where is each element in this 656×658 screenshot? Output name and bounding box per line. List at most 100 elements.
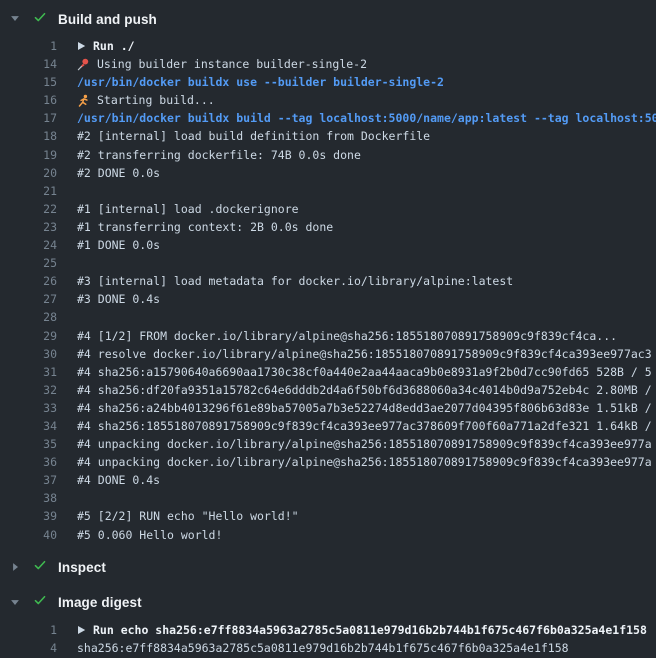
log-section-build-and-push: Build and push 1 Run ./ 14 Using builder ins… xyxy=(0,8,656,544)
line-number[interactable]: 1 xyxy=(0,37,57,55)
log-line: 23 #1 transferring context: 2B 0.0s done xyxy=(0,218,656,236)
line-number[interactable]: 36 xyxy=(0,453,57,471)
log-line: 38 xyxy=(0,489,656,507)
line-number[interactable]: 23 xyxy=(0,218,57,236)
line-number[interactable]: 22 xyxy=(0,200,57,218)
log-line: 16 Starting build... xyxy=(0,91,656,109)
section-toggle[interactable] xyxy=(10,10,20,28)
chevron-down-icon[interactable] xyxy=(10,10,20,28)
log-line: 31 #4 sha256:a15790640a6690aa1730c38cf0a4… xyxy=(0,363,656,381)
log-line: 37 #4 DONE 0.4s xyxy=(0,471,656,489)
log-text-content: #2 DONE 0.0s xyxy=(77,164,160,182)
log-text-content: Run echo sha256:e7ff8834a5963a2785c5a081… xyxy=(93,621,647,639)
line-number[interactable]: 25 xyxy=(0,254,57,272)
log-text: Using builder instance builder-single-2 xyxy=(77,55,367,73)
line-number[interactable]: 4 xyxy=(0,639,57,657)
line-number[interactable]: 14 xyxy=(0,55,57,73)
log-text: Run echo sha256:e7ff8834a5963a2785c5a081… xyxy=(77,621,647,639)
log-text-content: #4 sha256:a24bb4013296f61e89ba57005a7b3e… xyxy=(77,399,652,417)
line-number[interactable]: 40 xyxy=(0,526,57,544)
section-header-image-digest[interactable]: Image digest xyxy=(0,592,656,614)
log-text-content: #4 unpacking docker.io/library/alpine@sh… xyxy=(77,435,652,453)
check-icon xyxy=(33,10,47,29)
log-text: #1 [internal] load .dockerignore xyxy=(77,200,299,218)
line-number[interactable]: 39 xyxy=(0,507,57,525)
log-text-content: #2 transferring dockerfile: 74B 0.0s don… xyxy=(77,146,361,164)
line-number[interactable]: 16 xyxy=(0,91,57,109)
log-line: 19 #2 transferring dockerfile: 74B 0.0s d… xyxy=(0,146,656,164)
log-line: 21 xyxy=(0,182,656,200)
line-number[interactable]: 27 xyxy=(0,290,57,308)
line-number[interactable]: 33 xyxy=(0,399,57,417)
play-icon xyxy=(77,625,86,635)
log-text: #3 DONE 0.4s xyxy=(77,290,160,308)
log-text-content: sha256:e7ff8834a5963a2785c5a0811e979d16b… xyxy=(77,639,569,657)
line-number[interactable]: 19 xyxy=(0,146,57,164)
log-body-image-digest: 1 Run echo sha256:e7ff8834a5963a2785c5a08… xyxy=(0,621,656,657)
log-text-content: #1 transferring context: 2B 0.0s done xyxy=(77,218,333,236)
log-line: 14 Using builder instance builder-single-… xyxy=(0,55,656,73)
line-number[interactable]: 31 xyxy=(0,363,57,381)
log-text: #4 unpacking docker.io/library/alpine@sh… xyxy=(77,435,652,453)
line-number[interactable]: 26 xyxy=(0,272,57,290)
log-text-content: #4 resolve docker.io/library/alpine@sha2… xyxy=(77,345,652,363)
log-line: 18#2 [internal] load build definition fr… xyxy=(0,127,656,145)
line-number[interactable]: 34 xyxy=(0,417,57,435)
log-text: #4 resolve docker.io/library/alpine@sha2… xyxy=(77,345,652,363)
log-text: #2 DONE 0.0s xyxy=(77,164,160,182)
line-number[interactable]: 24 xyxy=(0,236,57,254)
log-text-content: #1 [internal] load .dockerignore xyxy=(77,200,299,218)
log-line: 33 #4 sha256:a24bb4013296f61e89ba57005a7b… xyxy=(0,399,656,417)
log-text-content: #4 unpacking docker.io/library/alpine@sh… xyxy=(77,453,652,471)
log-text: #4 sha256:185518070891758909c9f839cf4ca3… xyxy=(77,417,652,435)
line-number[interactable]: 15 xyxy=(0,73,57,91)
line-number[interactable]: 21 xyxy=(0,182,57,200)
log-line: 1 Run ./ xyxy=(0,37,656,55)
log-text: Run ./ xyxy=(77,37,135,55)
log-line: 28 xyxy=(0,308,656,326)
line-number[interactable]: 28 xyxy=(0,308,57,326)
section-toggle[interactable] xyxy=(10,594,20,612)
line-number[interactable]: 32 xyxy=(0,381,57,399)
log-text: /usr/bin/docker buildx use --builder bui… xyxy=(77,73,444,91)
status-success-badge xyxy=(33,558,47,577)
section-header-inspect[interactable]: Inspect xyxy=(0,557,656,579)
status-success-badge xyxy=(33,10,47,29)
log-line: 25 xyxy=(0,254,656,272)
line-number[interactable]: 20 xyxy=(0,164,57,182)
log-text: #5 [2/2] RUN echo "Hello world!" xyxy=(77,507,299,525)
line-number[interactable]: 37 xyxy=(0,471,57,489)
line-number[interactable]: 38 xyxy=(0,489,57,507)
log-text: sha256:e7ff8834a5963a2785c5a0811e979d16b… xyxy=(77,639,569,657)
line-number[interactable]: 29 xyxy=(0,327,57,345)
section-header-build-and-push[interactable]: Build and push xyxy=(0,8,656,30)
log-line: 39 #5 [2/2] RUN echo "Hello world!" xyxy=(0,507,656,525)
log-text: #2 transferring dockerfile: 74B 0.0s don… xyxy=(77,146,361,164)
chevron-right-icon[interactable] xyxy=(10,559,20,577)
log-text-content: #4 DONE 0.4s xyxy=(77,471,160,489)
line-number[interactable]: 30 xyxy=(0,345,57,363)
log-text: #4 sha256:a15790640a6690aa1730c38cf0a440… xyxy=(77,363,652,381)
status-success-badge xyxy=(33,593,47,612)
line-number[interactable]: 17 xyxy=(0,109,57,127)
log-line: 34 #4 sha256:185518070891758909c9f839cf4c… xyxy=(0,417,656,435)
log-text-content: #5 0.060 Hello world! xyxy=(77,526,222,544)
line-number[interactable]: 1 xyxy=(0,621,57,639)
log-line: 24#1 DONE 0.0s xyxy=(0,236,656,254)
log-line: 35 #4 unpacking docker.io/library/alpine@… xyxy=(0,435,656,453)
log-text: #4 [1/2] FROM docker.io/library/alpine@s… xyxy=(77,327,617,345)
log-line: 17/usr/bin/docker buildx build --tag loc… xyxy=(0,109,656,127)
log-text-content: /usr/bin/docker buildx use --builder bui… xyxy=(77,73,444,91)
section-toggle[interactable] xyxy=(10,559,20,577)
log-line: 22 #1 [internal] load .dockerignore xyxy=(0,200,656,218)
chevron-down-icon[interactable] xyxy=(10,594,20,612)
check-icon xyxy=(33,558,47,577)
log-text: #1 transferring context: 2B 0.0s done xyxy=(77,218,333,236)
log-line: 40 #5 0.060 Hello world! xyxy=(0,526,656,544)
log-text-content: #4 [1/2] FROM docker.io/library/alpine@s… xyxy=(77,327,617,345)
line-number[interactable]: 35 xyxy=(0,435,57,453)
log-text-content: #3 DONE 0.4s xyxy=(77,290,160,308)
log-line: 30 #4 resolve docker.io/library/alpine@sh… xyxy=(0,345,656,363)
line-number[interactable]: 18 xyxy=(0,127,57,145)
log-text-content: Starting build... xyxy=(97,91,215,109)
